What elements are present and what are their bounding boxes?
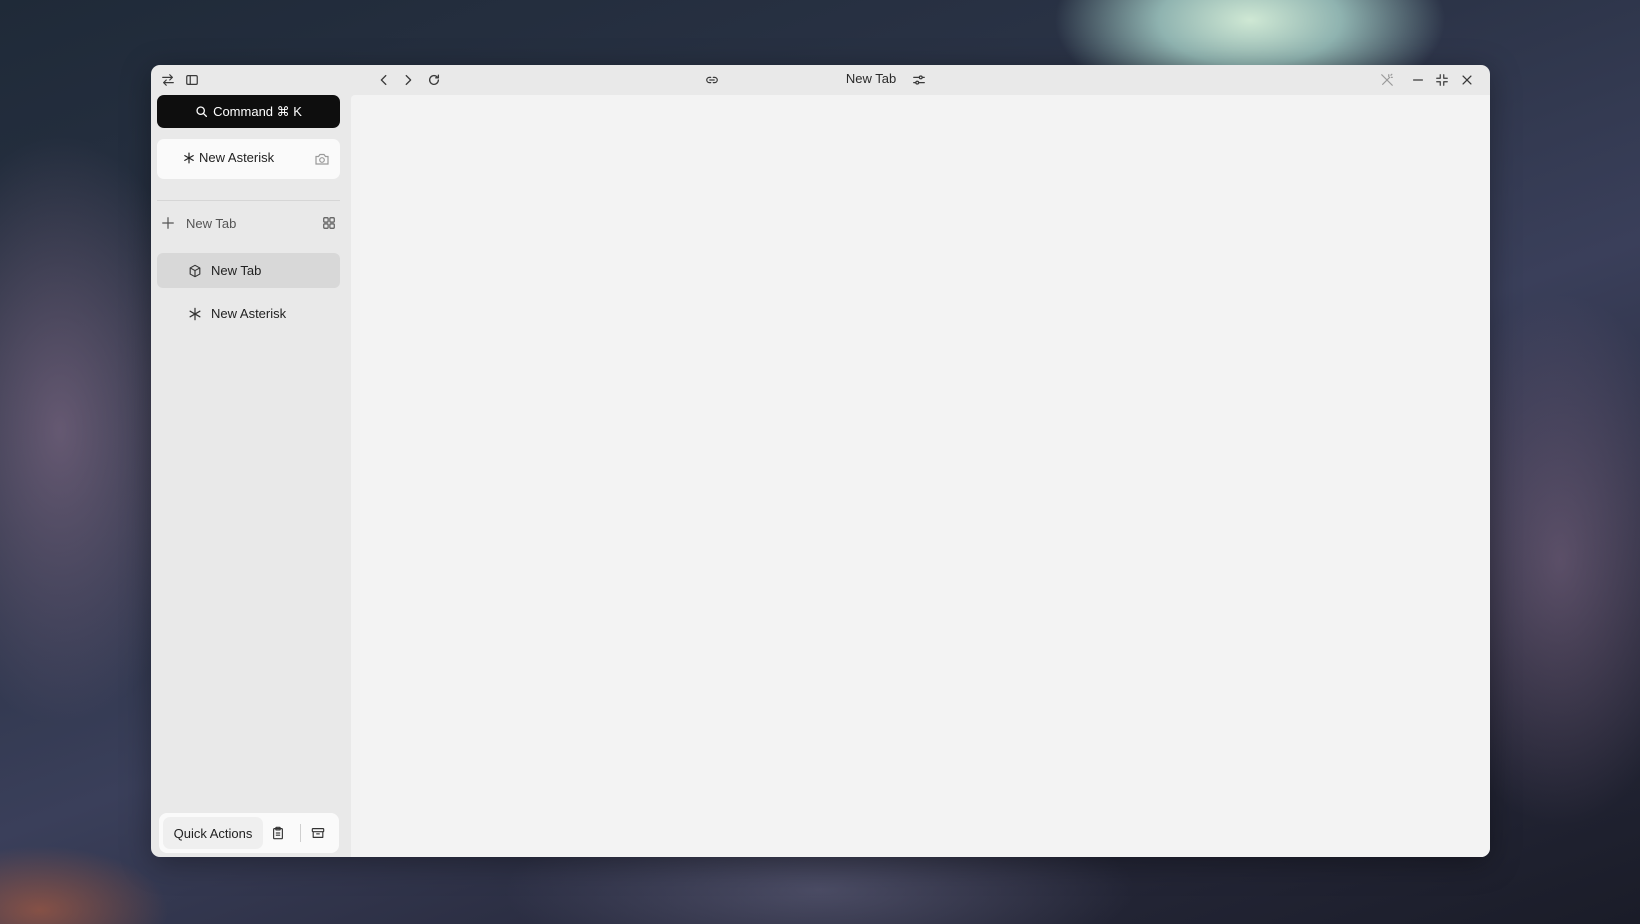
quick-actions-button[interactable]: Quick Actions [163,817,263,849]
tab-label: New Tab [211,263,262,278]
new-asterisk-label: New Asterisk [199,150,275,165]
magic-wand-icon[interactable] [1376,69,1398,91]
sidebar-divider [157,200,340,201]
sidebar-tab-new-tab[interactable]: New Tab [157,253,340,288]
minimize-icon[interactable] [1407,69,1429,91]
search-icon [196,106,208,118]
asterisk-icon [183,151,195,164]
cube-icon [188,264,202,278]
link-icon[interactable] [701,69,723,91]
chevron-left-icon[interactable] [373,69,395,91]
close-icon[interactable] [1456,69,1478,91]
sidebar: Command ⌘ K New Asterisk New Tab New Tab… [151,65,351,857]
tab-label: New Asterisk [211,306,287,321]
camera-icon[interactable] [314,151,330,167]
page-title: New Tab [845,71,897,86]
grid-icon[interactable] [322,216,336,230]
sliders-icon[interactable] [908,69,930,91]
bottom-toolbar: Quick Actions [159,813,339,853]
command-button[interactable]: Command ⌘ K [157,95,340,128]
new-tab-button[interactable]: New Tab [157,210,340,238]
chevron-right-icon[interactable] [397,69,419,91]
archive-icon[interactable] [307,822,329,844]
command-label: Command ⌘ K [213,103,302,119]
title-bar: New Tab [151,65,1490,95]
shrink-icon[interactable] [1431,69,1453,91]
browser-window: New Tab Command ⌘ K New Asterisk New Tab… [151,65,1490,857]
asterisk-icon [188,307,202,321]
new-tab-label: New Tab [186,216,237,231]
sidebar-tab-new-asterisk[interactable]: New Asterisk [157,296,340,331]
page-content-area[interactable] [351,95,1490,857]
plus-icon [161,216,175,230]
clipboard-icon[interactable] [267,822,289,844]
reload-icon[interactable] [423,69,445,91]
toolbar-divider [300,824,301,842]
new-asterisk-card[interactable]: New Asterisk [157,139,340,179]
